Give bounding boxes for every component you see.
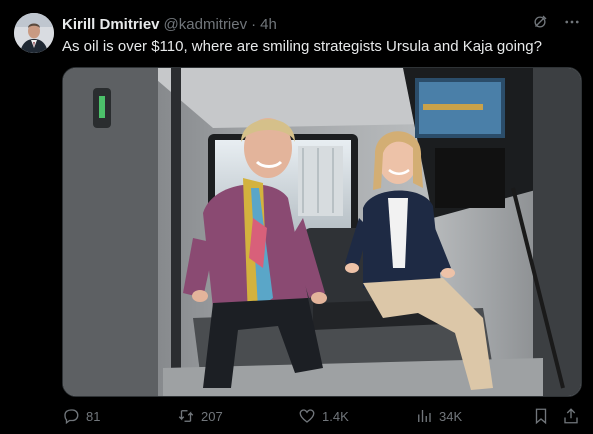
reply-icon xyxy=(64,409,79,425)
tweet-media-photo[interactable] xyxy=(62,67,582,397)
header-actions xyxy=(531,13,581,35)
grok-icon[interactable] xyxy=(531,13,549,35)
reply-count: 81 xyxy=(86,408,101,424)
views-button[interactable]: 34K xyxy=(415,407,462,425)
action-bar: 81 207 1.4K 34K xyxy=(62,404,582,428)
repost-count: 207 xyxy=(201,408,223,424)
tweet-header: Kirill Dmitriev @kadmitriev · 4h xyxy=(62,14,581,34)
heart-icon xyxy=(299,409,315,423)
more-options-icon[interactable] xyxy=(563,13,581,35)
photo-icon xyxy=(63,68,581,396)
share-button[interactable] xyxy=(562,407,580,425)
like-button[interactable]: 1.4K xyxy=(298,407,349,425)
reply-button[interactable]: 81 xyxy=(62,407,100,425)
avatar[interactable] xyxy=(14,13,54,53)
separator-dot: · xyxy=(251,15,257,33)
tweet-time[interactable]: 4h xyxy=(260,16,277,33)
share-icon xyxy=(564,408,578,424)
like-count: 1.4K xyxy=(322,408,349,424)
repost-button[interactable]: 207 xyxy=(177,407,223,425)
bookmark-button[interactable] xyxy=(532,407,550,425)
author-handle[interactable]: @kadmitriev xyxy=(164,16,248,33)
avatar-photo-icon xyxy=(14,13,54,53)
views-count: 34K xyxy=(439,408,463,424)
tweet-text: As oil is over $110, where are smiling s… xyxy=(62,38,542,55)
author-name[interactable]: Kirill Dmitriev xyxy=(62,16,160,33)
analytics-icon xyxy=(418,410,431,422)
bookmark-icon xyxy=(535,408,547,425)
repost-icon xyxy=(178,410,194,422)
